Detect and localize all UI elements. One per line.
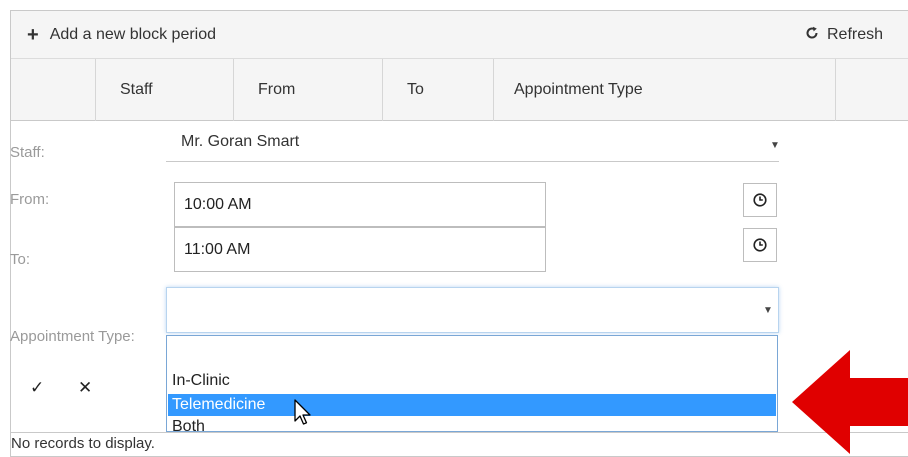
staff-select[interactable]: Mr. Goran Smart ▼ — [166, 128, 780, 162]
save-check-icon[interactable]: ✓ — [30, 378, 44, 398]
red-arrow-icon — [792, 350, 908, 454]
grid-header: Staff From To Appointment Type — [11, 59, 908, 121]
refresh-label: Refresh — [827, 26, 884, 43]
option-in-clinic[interactable]: In-Clinic — [168, 370, 776, 392]
column-header-appointment-type[interactable]: Appointment Type — [493, 59, 835, 121]
staff-label: Staff: — [10, 144, 45, 161]
clock-icon — [753, 193, 767, 207]
refresh-icon — [805, 26, 819, 45]
from-time-input[interactable]: 10:00 AM — [174, 182, 546, 227]
from-time-picker-button[interactable] — [743, 183, 777, 217]
option-both[interactable]: Both — [168, 416, 776, 438]
to-time-picker-button[interactable] — [743, 228, 777, 262]
plus-icon: + — [27, 24, 39, 46]
appointment-caret-icon: ▼ — [763, 305, 773, 316]
grid-toolbar: + Add a new block period Refresh — [11, 11, 908, 59]
to-time-value: 11:00 AM — [184, 240, 251, 258]
from-time-value: 10:00 AM — [184, 195, 252, 213]
mouse-pointer-icon — [294, 399, 311, 425]
column-header-staff[interactable]: Staff — [95, 59, 233, 121]
no-records-message: No records to display. — [11, 435, 155, 452]
staff-caret-icon: ▼ — [770, 140, 780, 151]
column-header-to[interactable]: To — [382, 59, 493, 121]
add-block-period-label: Add a new block period — [49, 26, 217, 43]
option-telemedicine[interactable]: Telemedicine — [168, 394, 776, 416]
appointment-type-select[interactable]: ▼ — [166, 287, 779, 333]
clock-icon — [753, 238, 767, 252]
appointment-type-listbox: In-Clinic Telemedicine Both — [166, 335, 778, 435]
add-block-period-button[interactable]: + Add a new block period — [27, 11, 216, 59]
column-header-from[interactable]: From — [233, 59, 382, 121]
column-header-select — [11, 59, 95, 121]
from-label: From: — [10, 191, 50, 208]
staff-select-value: Mr. Goran Smart — [181, 133, 300, 150]
to-label: To: — [10, 251, 31, 268]
appointment-type-label: Appointment Type: — [10, 328, 135, 345]
refresh-button[interactable]: Refresh — [805, 11, 883, 59]
cancel-x-icon[interactable]: ✕ — [78, 378, 92, 398]
column-header-actions — [835, 59, 908, 121]
to-time-input[interactable]: 11:00 AM — [174, 227, 546, 272]
